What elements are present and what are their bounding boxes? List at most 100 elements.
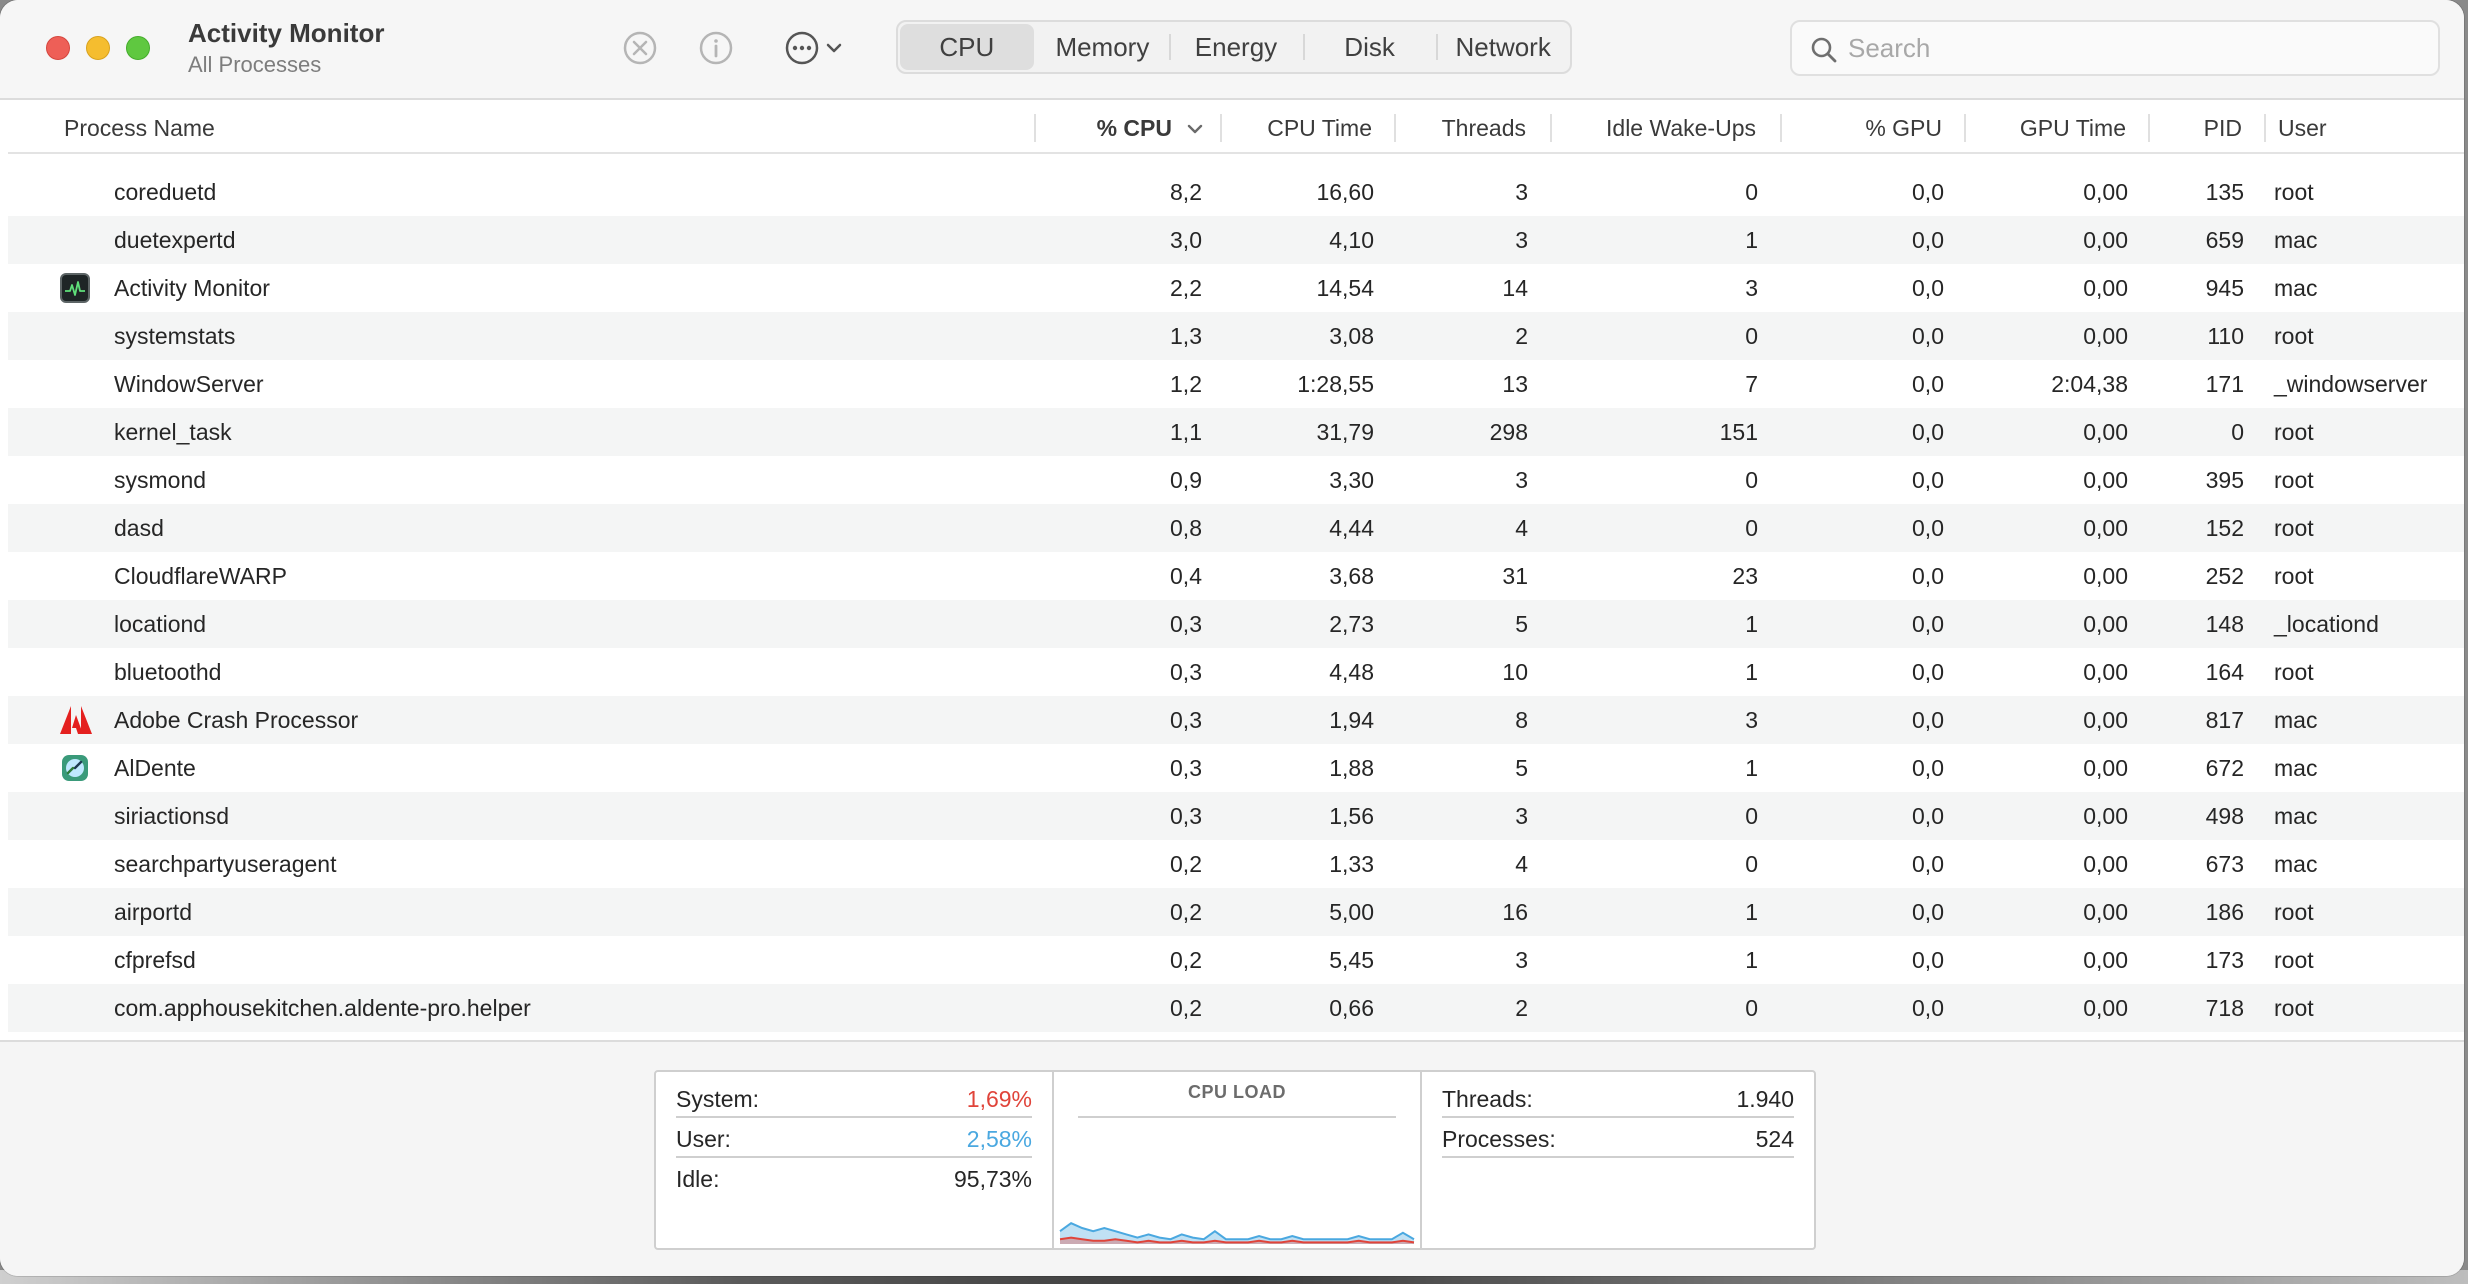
tab-cpu[interactable]: CPU	[900, 24, 1034, 70]
table-row[interactable]: searchpartyuseragent 0,2 1,33 4 0 0,0 0,00 673 m…	[8, 840, 2464, 888]
pid-cell: 0	[2231, 419, 2244, 445]
table-row[interactable]: coreduetd 8,2 16,60 3 0 0,0 0,00 135 root	[8, 168, 2464, 216]
pid-cell: 252	[2205, 563, 2244, 589]
table-row[interactable]: com.apphousekitchen.aldente-pro.helper 0,…	[8, 984, 2464, 1032]
more-actions-menu[interactable]	[776, 28, 852, 68]
table-row[interactable]: systemstats 1,3 3,08 2 0 0,0 0,00 110 root	[8, 312, 2464, 360]
table-row[interactable]: Activity Monitor 2,2 14,54 14 3 0,0 0,00 945 mac	[8, 264, 2464, 312]
table-row[interactable]: kernel_task 1,1 31,79 298 151 0,0 0,00 0 root	[8, 408, 2464, 456]
search-field[interactable]	[1790, 20, 2440, 76]
sort-descending-icon	[1187, 124, 1203, 134]
system-cpu-row: System: 1,69%	[676, 1078, 1032, 1118]
column-header-process-name[interactable]: Process Name	[64, 102, 1036, 154]
table-row[interactable]: bluetoothd 0,3 4,48 10 1 0,0 0,00 164 root	[8, 648, 2464, 696]
tab-network[interactable]: Network	[1436, 22, 1570, 72]
user-cell: mac	[2274, 707, 2318, 733]
table-row[interactable]: AlDente 0,3 1,88 5 1 0,0 0,00 672 mac	[8, 744, 2464, 792]
user-cell: root	[2274, 179, 2314, 205]
table-row[interactable]: dasd 0,8 4,44 4 0 0,0 0,00 152 root	[8, 504, 2464, 552]
column-header-gpu-time[interactable]: GPU Time	[1966, 102, 2150, 154]
gpu-time-cell: 0,00	[2083, 515, 2128, 541]
table-row[interactable]: sysmond 0,9 3,30 3 0 0,0 0,00 395 root	[8, 456, 2464, 504]
inspect-process-button[interactable]	[696, 28, 736, 68]
pid-cell: 152	[2205, 515, 2244, 541]
column-header-idle-wakeups[interactable]: Idle Wake-Ups	[1552, 102, 1782, 154]
tab-memory[interactable]: Memory	[1036, 22, 1170, 72]
idle-wakeups-cell: 0	[1745, 323, 1758, 349]
column-header-user[interactable]: User	[2278, 102, 2458, 154]
process-name-cell: AlDente	[114, 755, 196, 781]
cpu-pct-cell: 0,3	[1170, 659, 1202, 685]
idle-wakeups-cell: 0	[1745, 995, 1758, 1021]
column-header-pid[interactable]: PID	[2150, 102, 2266, 154]
search-icon	[1811, 37, 1837, 63]
threads-cell: 3	[1515, 179, 1528, 205]
stop-process-button[interactable]	[620, 28, 660, 68]
process-name-cell: com.apphousekitchen.aldente-pro.helper	[114, 995, 531, 1021]
table-row[interactable]: Adobe Crash Processor 0,3 1,94 8 3 0,0 0,00 817…	[8, 696, 2464, 744]
threads-label: Threads:	[1442, 1086, 1533, 1112]
idle-wakeups-cell: 1	[1745, 899, 1758, 925]
user-cell: _locationd	[2274, 611, 2379, 637]
process-name-cell: searchpartyuseragent	[114, 851, 337, 877]
cpu-time-cell: 1,88	[1329, 755, 1374, 781]
process-name-cell: WindowServer	[114, 371, 264, 397]
pid-cell: 110	[2207, 323, 2244, 349]
threads-cell: 3	[1515, 947, 1528, 973]
table-row[interactable]: CloudflareWARP 0,4 3,68 31 23 0,0 0,00 252 root	[8, 552, 2464, 600]
cpu-pct-cell: 0,2	[1170, 947, 1202, 973]
cpu-pct-cell: 1,1	[1170, 419, 1202, 445]
idle-cpu-label: Idle:	[676, 1166, 720, 1192]
cpu-pct-cell: 0,2	[1170, 995, 1202, 1021]
threads-cell: 3	[1515, 803, 1528, 829]
table-header: Process Name % CPU CPU Time Threads Idle…	[8, 102, 2464, 154]
gpu-pct-cell: 0,0	[1912, 467, 1944, 493]
gpu-pct-cell: 0,0	[1912, 707, 1944, 733]
user-cell: root	[2274, 659, 2314, 685]
table-row[interactable]: airportd 0,2 5,00 16 1 0,0 0,00 186 root	[8, 888, 2464, 936]
close-window-button[interactable]	[46, 36, 70, 60]
process-name-cell: CloudflareWARP	[114, 563, 287, 589]
cpu-pct-cell: 1,3	[1170, 323, 1202, 349]
column-header-gpu-pct[interactable]: % GPU	[1782, 102, 1966, 154]
user-cell: mac	[2274, 275, 2318, 301]
column-header-cpu-time[interactable]: CPU Time	[1222, 102, 1396, 154]
column-header-threads[interactable]: Threads	[1396, 102, 1552, 154]
cpu-pct-cell: 0,2	[1170, 899, 1202, 925]
cpu-pct-cell: 0,2	[1170, 851, 1202, 877]
process-name-cell: coreduetd	[114, 179, 217, 205]
table-row[interactable]: locationd 0,3 2,73 5 1 0,0 0,00 148 _locationd	[8, 600, 2464, 648]
process-name-cell: bluetoothd	[114, 659, 222, 685]
idle-wakeups-cell: 1	[1745, 755, 1758, 781]
table-row[interactable]: duetexpertd 3,0 4,10 3 1 0,0 0,00 659 mac	[8, 216, 2464, 264]
pid-cell: 945	[2205, 275, 2244, 301]
table-row[interactable]: cfprefsd 0,2 5,45 3 1 0,0 0,00 173 root	[8, 936, 2464, 984]
user-cell: root	[2274, 995, 2314, 1021]
tab-energy[interactable]: Energy	[1169, 22, 1303, 72]
threads-cell: 5	[1515, 611, 1528, 637]
user-cell: mac	[2274, 851, 2318, 877]
cpu-summary-panel: System: 1,69% User: 2,58% Idle: 95,73% C…	[0, 1040, 2464, 1276]
cpu-pct-cell: 0,3	[1170, 755, 1202, 781]
user-cpu-value: 2,58%	[966, 1126, 1032, 1152]
window-subtitle: All Processes	[188, 52, 322, 77]
idle-wakeups-cell: 3	[1745, 275, 1758, 301]
cpu-time-cell: 14,54	[1316, 275, 1374, 301]
minimize-window-button[interactable]	[86, 36, 110, 60]
gpu-time-cell: 0,00	[2083, 899, 2128, 925]
user-cell: root	[2274, 419, 2314, 445]
table-row[interactable]: siriactionsd 0,3 1,56 3 0 0,0 0,00 498 mac	[8, 792, 2464, 840]
tab-disk[interactable]: Disk	[1302, 22, 1437, 72]
table-row[interactable]: WindowServer 1,2 1:28,55 13 7 0,0 2:04,38 171 _w…	[8, 360, 2464, 408]
idle-wakeups-cell: 1	[1745, 611, 1758, 637]
gpu-pct-cell: 0,0	[1912, 659, 1944, 685]
zoom-window-button[interactable]	[126, 36, 150, 60]
search-input[interactable]	[1848, 30, 2418, 66]
gpu-pct-cell: 0,0	[1912, 755, 1944, 781]
cpu-pct-cell: 0,4	[1170, 563, 1202, 589]
adobe-icon	[60, 705, 92, 735]
gpu-time-cell: 0,00	[2083, 611, 2128, 637]
process-name-cell: Adobe Crash Processor	[114, 707, 359, 733]
cpu-pct-cell: 2,2	[1170, 275, 1202, 301]
cpu-time-cell: 5,45	[1329, 947, 1374, 973]
